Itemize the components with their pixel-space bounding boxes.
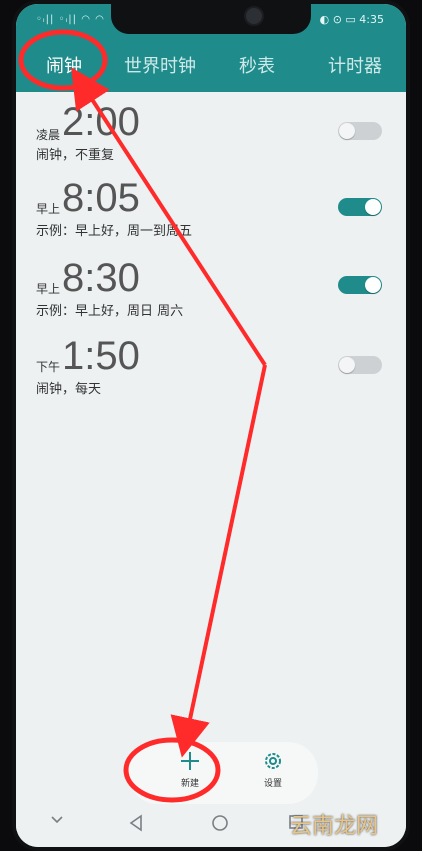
alarm-toggle[interactable] xyxy=(338,198,382,216)
alarm-period: 早上 xyxy=(36,202,61,216)
alarm-time: 1:50 xyxy=(62,334,140,378)
new-alarm-button[interactable]: 新建 xyxy=(160,750,220,796)
toggle-knob xyxy=(339,357,355,373)
status-bar-left: ◦ᵢ|| ◦ᵢ|| ◠ ◠ xyxy=(36,14,105,25)
settings-label: 设置 xyxy=(263,779,282,789)
alarm-period: 下午 xyxy=(36,360,61,374)
tab-alarm[interactable]: 闹钟 xyxy=(46,52,82,78)
status-bar-right: ◐ ⊙ ▭ 4:35 xyxy=(319,13,384,26)
alarm-period: 凌晨 xyxy=(36,128,61,142)
alarm-list: 凌晨 2:00 闹钟，不重复 早上 8:05 示例：早上好，周一到周五 早上 8… xyxy=(16,92,406,832)
alarm-toggle[interactable] xyxy=(338,276,382,294)
home-icon[interactable] xyxy=(211,814,229,832)
back-icon[interactable] xyxy=(128,814,144,832)
alarm-time: 2:00 xyxy=(62,100,140,144)
toggle-knob xyxy=(365,277,381,293)
toggle-knob xyxy=(339,123,355,139)
app-bar: ◦ᵢ|| ◦ᵢ|| ◠ ◠ ◐ ⊙ ▭ 4:35 闹钟 世界时钟 秒表 计时器 xyxy=(16,4,406,92)
bottom-action-bar: 新建 设置 xyxy=(128,742,318,804)
tab-stopwatch[interactable]: 秒表 xyxy=(239,52,275,78)
toggle-knob xyxy=(365,199,381,215)
plus-icon xyxy=(181,752,199,770)
list-item[interactable]: 下午 1:50 闹钟，每天 xyxy=(16,334,406,438)
alarm-toggle[interactable] xyxy=(338,356,382,374)
tab-timer[interactable]: 计时器 xyxy=(328,52,382,78)
tab-world-clock[interactable]: 世界时钟 xyxy=(124,52,196,78)
alarm-description: 闹钟，每天 xyxy=(36,382,102,397)
settings-button[interactable]: 设置 xyxy=(243,750,303,796)
alarm-description: 示例：早上好，周日 周六 xyxy=(36,304,184,319)
phone-frame: ◦ᵢ|| ◦ᵢ|| ◠ ◠ ◐ ⊙ ▭ 4:35 闹钟 世界时钟 秒表 计时器 … xyxy=(12,0,410,851)
alarm-description: 示例：早上好，周一到周五 xyxy=(36,224,193,239)
alarm-period: 早上 xyxy=(36,282,61,296)
tab-bar: 闹钟 世界时钟 秒表 计时器 xyxy=(16,44,406,88)
alarm-description: 闹钟，不重复 xyxy=(36,148,115,163)
chevron-down-icon[interactable] xyxy=(50,814,64,826)
display-notch xyxy=(111,4,311,34)
new-alarm-label: 新建 xyxy=(180,779,199,789)
screen: ◦ᵢ|| ◦ᵢ|| ◠ ◠ ◐ ⊙ ▭ 4:35 闹钟 世界时钟 秒表 计时器 … xyxy=(16,4,406,847)
alarm-toggle[interactable] xyxy=(338,122,382,140)
front-camera xyxy=(244,6,264,26)
alarm-time: 8:30 xyxy=(62,256,140,300)
alarm-time: 8:05 xyxy=(62,176,140,220)
watermark: 云南龙网 xyxy=(290,814,379,839)
gear-icon xyxy=(265,753,281,769)
